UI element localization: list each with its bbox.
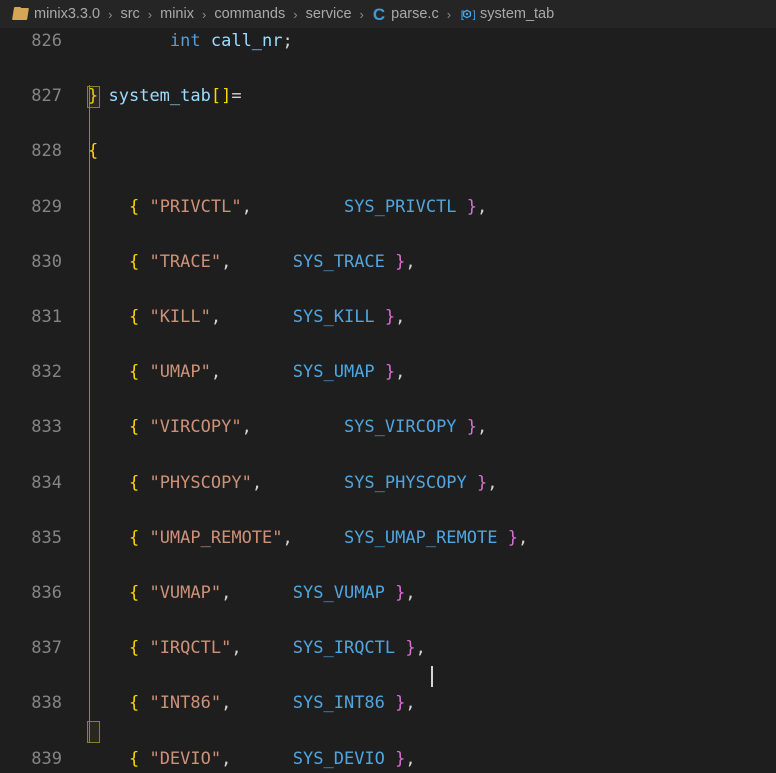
code-text: } system_tab[]= [88, 86, 242, 107]
field-symbol-glyph: [ ] [459, 8, 475, 21]
line-number: 836 [31, 582, 62, 603]
line-number: 826 [31, 31, 62, 51]
line-number: 831 [31, 306, 62, 327]
code-line[interactable]: 827 } system_tab[]= [0, 83, 776, 111]
breadcrumb-label: parse.c [391, 6, 439, 22]
breadcrumb-item-service[interactable]: service [303, 5, 355, 23]
code-line[interactable]: 826 int call_nr; [0, 28, 776, 56]
line-number: 832 [31, 362, 62, 383]
code-text: { "INT86", SYS_INT86 }, [128, 693, 416, 714]
line-number: 835 [31, 527, 62, 548]
code-line[interactable]: 837 { "IRQCTL", SYS_IRQCTL }, [0, 635, 776, 663]
code-text: { "UMAP_REMOTE", SYS_UMAP_REMOTE }, [128, 527, 529, 548]
breadcrumb-item-src[interactable]: src [117, 5, 142, 23]
code-text: { "KILL", SYS_KILL }, [128, 306, 406, 327]
code-text: { "UMAP", SYS_UMAP }, [128, 362, 406, 383]
text-cursor [430, 665, 433, 688]
code-editor[interactable]: 826 int call_nr; 827 } system_tab[]= 828 {82… [0, 28, 776, 773]
breadcrumb-item-minix[interactable]: minix [157, 5, 197, 23]
field-symbol-icon: [ ] [459, 8, 475, 21]
code-line[interactable]: 835 { "UMAP_REMOTE", SYS_UMAP_REMOTE }, [0, 525, 776, 553]
code-lines[interactable]: 826 int call_nr; 827 } system_tab[]= 828 {82… [0, 28, 776, 773]
breadcrumb-label: minix3.3.0 [34, 6, 101, 22]
code-text: { "PRIVCTL", SYS_PRIVCTL }, [128, 196, 488, 217]
code-line[interactable]: 836 { "VUMAP", SYS_VUMAP }, [0, 580, 776, 608]
chevron-right-icon: › [147, 6, 153, 22]
code-text: int call_nr; [169, 31, 293, 51]
c-file-icon: C [372, 4, 386, 24]
breadcrumb-item-commands[interactable]: commands [211, 5, 288, 23]
line-number: 838 [31, 693, 62, 714]
chevron-right-icon: › [359, 6, 364, 22]
line-number: 837 [31, 638, 62, 659]
breadcrumb-item-system_tab[interactable]: [ ] system_tab [456, 5, 557, 23]
code-line[interactable]: 830 { "TRACE", SYS_TRACE }, [0, 249, 776, 277]
code-line[interactable]: 834 { "PHYSCOPY", SYS_PHYSCOPY }, [0, 470, 776, 498]
code-line[interactable]: 829 { "PRIVCTL", SYS_PRIVCTL }, [0, 194, 776, 222]
chevron-right-icon: › [293, 6, 298, 22]
code-line[interactable]: 839 { "DEVIO", SYS_DEVIO }, [0, 746, 776, 773]
code-line[interactable]: 831 { "KILL", SYS_KILL }, [0, 304, 776, 332]
breadcrumb-label: system_tab [480, 6, 555, 22]
breadcrumb-label: commands [214, 6, 286, 22]
code-text: { "TRACE", SYS_TRACE }, [128, 251, 416, 272]
code-text: { [88, 141, 99, 162]
chevron-right-icon: › [446, 6, 452, 22]
code-line[interactable]: 833 { "VIRCOPY", SYS_VIRCOPY }, [0, 414, 776, 442]
breadcrumb-item-parse.c[interactable]: C parse.c [369, 5, 442, 24]
code-text: { "IRQCTL", SYS_IRQCTL }, [128, 638, 426, 659]
line-number: 828 [31, 141, 62, 162]
code-text: { "PHYSCOPY", SYS_PHYSCOPY }, [128, 472, 498, 493]
svg-text:]: ] [471, 8, 475, 21]
line-number: 839 [31, 748, 62, 769]
line-number: 830 [31, 251, 62, 272]
line-number: 827 [31, 86, 62, 107]
line-number: 833 [31, 417, 62, 438]
breadcrumb-label: src [120, 6, 140, 22]
chevron-right-icon: › [201, 6, 207, 22]
code-line[interactable]: 838 { "INT86", SYS_INT86 }, [0, 690, 776, 718]
code-text: { "VUMAP", SYS_VUMAP }, [128, 582, 416, 603]
breadcrumb-label: minix [160, 6, 194, 22]
folder-icon [13, 7, 29, 21]
code-line[interactable]: 828 { [0, 138, 776, 166]
breadcrumb-label: service [305, 6, 352, 22]
breadcrumb-item-minix3.3.0[interactable]: minix3.3.0 [10, 5, 103, 23]
line-number: 829 [31, 196, 62, 217]
code-text: { "DEVIO", SYS_DEVIO }, [128, 748, 416, 769]
line-number: 834 [31, 472, 62, 493]
chevron-right-icon: › [108, 6, 113, 22]
code-line[interactable]: 832 { "UMAP", SYS_UMAP }, [0, 359, 776, 387]
breadcrumb[interactable]: minix3.3.0 › src › minix › commands › se… [0, 0, 776, 28]
code-text: { "VIRCOPY", SYS_VIRCOPY }, [128, 417, 488, 438]
